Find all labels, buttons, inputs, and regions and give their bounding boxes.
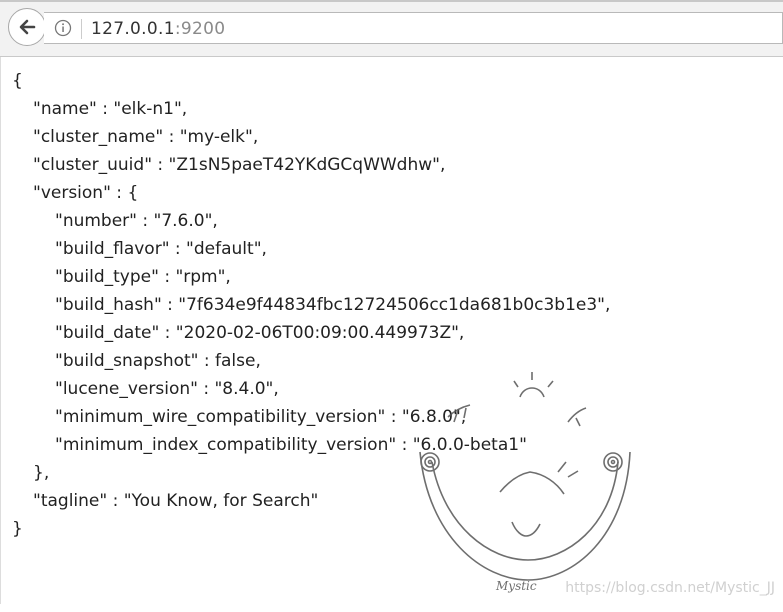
url-text[interactable]: 127.0.0.1:9200	[91, 18, 225, 40]
json-line-build-type: "build_type" : "rpm",	[55, 267, 231, 287]
viewport-edge	[0, 57, 1, 604]
info-icon[interactable]	[54, 19, 72, 37]
json-line-cluster-name: "cluster_name" : "my-elk",	[33, 127, 259, 147]
browser-toolbar: 127.0.0.1:9200	[0, 0, 783, 57]
json-line-version-close: },	[33, 463, 50, 483]
url-port: :9200	[174, 19, 226, 39]
watermark-signature: Mystic	[495, 579, 537, 593]
tab-strip-edge	[0, 0, 783, 2]
back-button[interactable]	[8, 8, 46, 46]
json-line-tagline: "tagline" : "You Know, for Search"	[33, 491, 319, 511]
json-line-cluster-uuid: "cluster_uuid" : "Z1sN5paeT42YKdGCqWWdhw…	[33, 155, 446, 175]
json-line-number: "number" : "7.6.0",	[55, 211, 218, 231]
watermark-site: https://blog.csdn.net/Mystic_JJ	[565, 580, 775, 596]
json-line-build-snapshot: "build_snapshot" : false,	[55, 351, 261, 371]
json-line-build-date: "build_date" : "2020-02-06T00:09:00.4499…	[55, 323, 465, 343]
json-line-lucene-version: "lucene_version" : "8.4.0",	[55, 379, 279, 399]
json-line-version-open: "version" : {	[33, 183, 139, 203]
json-line-min-wire-compat: "minimum_wire_compatibility_version" : "…	[55, 407, 467, 427]
url-host: 127.0.0.1	[91, 19, 175, 39]
json-line-close-brace: }	[12, 519, 23, 539]
json-line-min-index-compat: "minimum_index_compatibility_version" : …	[55, 435, 527, 455]
address-separator	[81, 19, 82, 39]
json-line-name: "name" : "elk-n1",	[33, 99, 188, 119]
watermark-face-logo: Mystic	[419, 372, 631, 593]
json-line-build-flavor: "build_flavor" : "default",	[55, 239, 267, 259]
json-viewer: { "name" : "elk-n1", "cluster_name" : "m…	[0, 57, 783, 604]
json-line-open-brace: {	[12, 71, 23, 91]
json-line-build-hash: "build_hash" : "7f634e9f44834fbc12724506…	[55, 295, 611, 315]
back-arrow-icon	[19, 19, 36, 35]
address-bar[interactable]: 127.0.0.1:9200	[44, 12, 783, 44]
